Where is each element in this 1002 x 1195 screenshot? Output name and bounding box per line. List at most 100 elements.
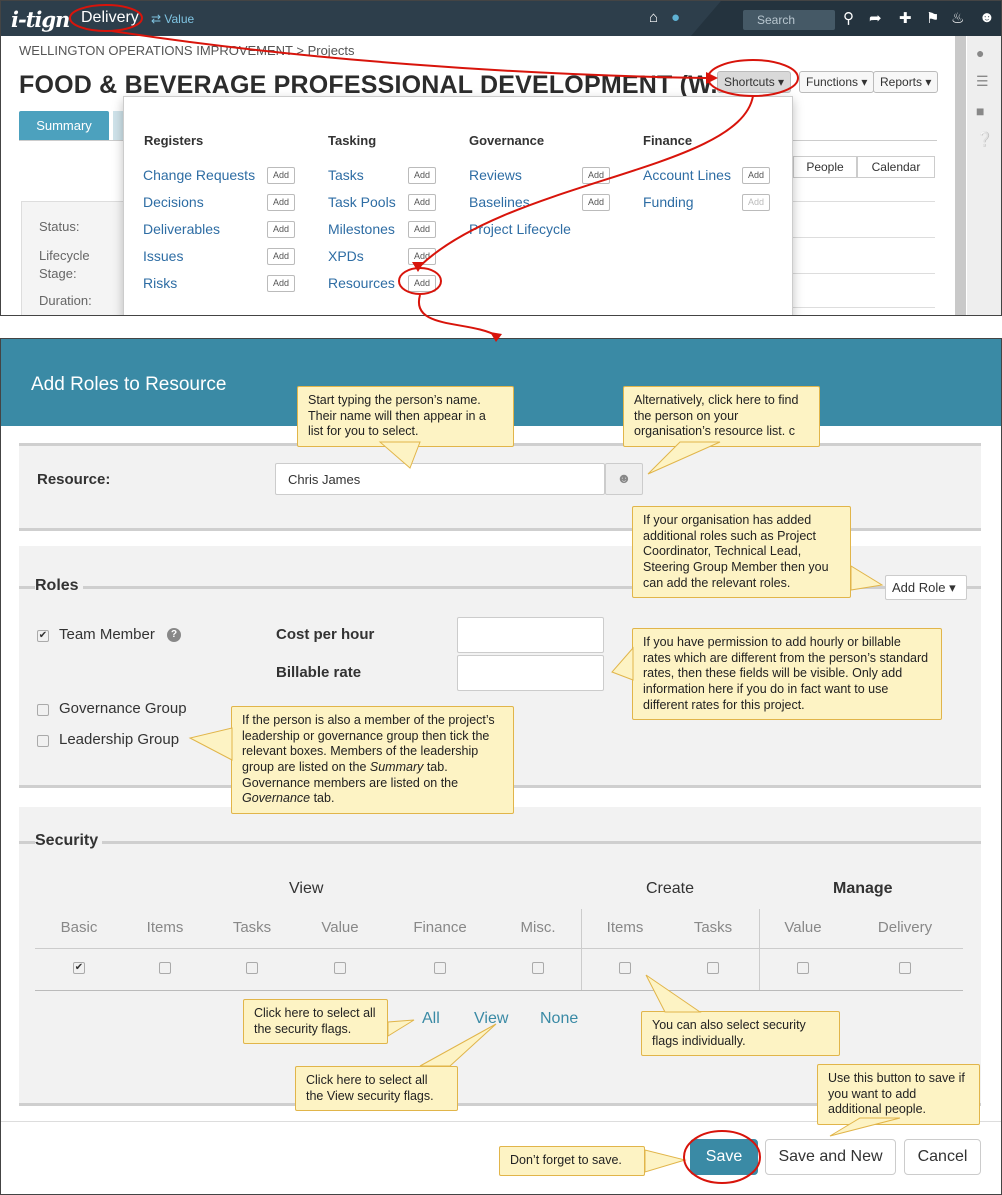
functions-button[interactable]: Functions ▾ (799, 71, 875, 93)
security-title: Security (35, 832, 103, 850)
add-resource-button[interactable]: Add (408, 275, 436, 292)
person-icon: ☻ (616, 470, 632, 486)
tab-calendar[interactable]: Calendar (857, 156, 935, 178)
add-change-request-button[interactable]: Add (267, 167, 295, 184)
shortcut-xpds[interactable]: XPDs (328, 248, 364, 264)
plus-icon[interactable]: ✚ (899, 9, 912, 27)
resource-label: Resource: (37, 471, 111, 488)
help-icon[interactable]: ❔ (976, 131, 993, 148)
divider (793, 307, 935, 308)
share-icon[interactable]: ➦ (869, 9, 882, 27)
view-group-header: View (289, 880, 324, 897)
comment-icon[interactable]: ● (976, 45, 984, 61)
select-all-link[interactable]: All (422, 1010, 440, 1028)
reports-button[interactable]: Reports ▾ (873, 71, 939, 93)
security-col-value: Value (784, 919, 822, 936)
billable-rate-label: Billable rate (276, 664, 362, 681)
security-flag-checkbox[interactable] (899, 962, 911, 974)
security-flag-checkbox[interactable] (532, 962, 544, 974)
add-task-button[interactable]: Add (408, 167, 436, 184)
tab-people[interactable]: People (793, 156, 857, 178)
security-flag-checkbox[interactable] (707, 962, 719, 974)
tab-summary[interactable]: Summary (19, 111, 109, 141)
security-flag-checkbox[interactable] (159, 962, 171, 974)
globe-icon[interactable]: ● (671, 9, 680, 26)
divider (793, 201, 935, 202)
resource-lookup-button[interactable]: ☻ (605, 463, 643, 495)
create-group-header: Create (646, 880, 695, 897)
bookmark-icon[interactable]: ⚑ (926, 9, 939, 27)
shortcut-reviews[interactable]: Reviews (469, 167, 522, 183)
lock-icon[interactable]: ■ (976, 103, 984, 119)
security-flag-checkbox[interactable] (619, 962, 631, 974)
cost-per-hour-input[interactable] (457, 617, 604, 653)
shortcut-risks[interactable]: Risks (143, 275, 177, 291)
shortcut-funding[interactable]: Funding (643, 194, 694, 210)
list-icon[interactable]: ☰ (976, 73, 989, 90)
table-divider (35, 948, 963, 949)
shortcut-tasks[interactable]: Tasks (328, 167, 364, 183)
module-delivery[interactable]: Delivery (81, 9, 139, 27)
add-risk-button[interactable]: Add (267, 275, 295, 292)
lifecycle-label: Lifecycle (39, 248, 90, 263)
add-review-button[interactable]: Add (582, 167, 610, 184)
security-flag-checkbox[interactable] (434, 962, 446, 974)
add-xpd-button[interactable]: Add (408, 248, 436, 265)
bell-icon[interactable]: ♨ (951, 9, 964, 27)
save-button[interactable]: Save (690, 1139, 758, 1175)
add-deliverable-button[interactable]: Add (267, 221, 295, 238)
select-view-link[interactable]: View (474, 1010, 508, 1028)
save-and-new-button[interactable]: Save and New (765, 1139, 896, 1175)
shortcut-account-lines[interactable]: Account Lines (643, 167, 731, 183)
billable-rate-input[interactable] (457, 655, 604, 691)
add-milestone-button[interactable]: Add (408, 221, 436, 238)
team-member-checkbox[interactable]: ✔ (37, 630, 49, 642)
callout-resource-list: Alternatively, click here to find the pe… (623, 386, 820, 447)
shortcut-decisions[interactable]: Decisions (143, 194, 204, 210)
security-col-delivery: Delivery (877, 919, 933, 936)
security-flag-checkbox[interactable]: ✔ (73, 962, 85, 974)
security-flag-checkbox[interactable] (334, 962, 346, 974)
shortcut-project-lifecycle[interactable]: Project Lifecycle (469, 221, 571, 237)
leadership-group-label: Leadership Group (59, 731, 180, 748)
add-issue-button[interactable]: Add (267, 248, 295, 265)
shortcut-task-pools[interactable]: Task Pools (328, 194, 396, 210)
callout-groups-text-1: If the person is also a member of the pr… (242, 713, 495, 774)
add-account-line-button[interactable]: Add (742, 167, 770, 184)
cancel-button[interactable]: Cancel (904, 1139, 981, 1175)
security-flag-checkbox[interactable] (797, 962, 809, 974)
home-icon[interactable]: ⌂ (649, 9, 658, 26)
breadcrumb[interactable]: WELLINGTON OPERATIONS IMPROVEMENT > Proj… (19, 43, 355, 58)
scrollbar[interactable] (955, 36, 966, 315)
callout-save-new: Use this button to save if you want to a… (817, 1064, 980, 1125)
help-icon[interactable]: ? (167, 628, 181, 642)
callout-groups-governance: Governance (242, 791, 311, 806)
shortcut-resources[interactable]: Resources (328, 275, 395, 291)
modal-title: Add Roles to Resource (31, 374, 227, 395)
add-task-pool-button[interactable]: Add (408, 194, 436, 211)
shortcuts-button[interactable]: Shortcuts ▾ (717, 71, 792, 93)
heading-governance: Governance (469, 133, 545, 148)
search-icon[interactable]: ⚲ (843, 9, 854, 27)
add-baseline-button[interactable]: Add (582, 194, 610, 211)
leadership-group-checkbox[interactable] (37, 735, 49, 747)
shortcut-deliverables[interactable]: Deliverables (143, 221, 220, 237)
divider (793, 273, 935, 274)
shortcut-baselines[interactable]: Baselines (469, 194, 530, 210)
search-input[interactable]: Search (743, 10, 835, 30)
duration-label: Duration: (39, 293, 92, 308)
add-funding-button[interactable]: Add (742, 194, 770, 211)
resource-input[interactable]: Chris James (275, 463, 605, 495)
governance-group-checkbox[interactable] (37, 704, 49, 716)
app-logo[interactable]: i-tign (11, 7, 70, 32)
user-icon[interactable]: ☻ (979, 9, 995, 26)
governance-group-label: Governance Group (59, 700, 187, 717)
shortcut-milestones[interactable]: Milestones (328, 221, 395, 237)
shortcut-change-requests[interactable]: Change Requests (143, 167, 255, 183)
shortcut-issues[interactable]: Issues (143, 248, 183, 264)
select-none-link[interactable]: None (540, 1010, 578, 1028)
add-role-button[interactable]: Add Role ▾ (885, 575, 967, 600)
add-decision-button[interactable]: Add (267, 194, 295, 211)
security-flag-checkbox[interactable] (246, 962, 258, 974)
module-value-switch[interactable]: ⇄ Value (151, 12, 194, 26)
